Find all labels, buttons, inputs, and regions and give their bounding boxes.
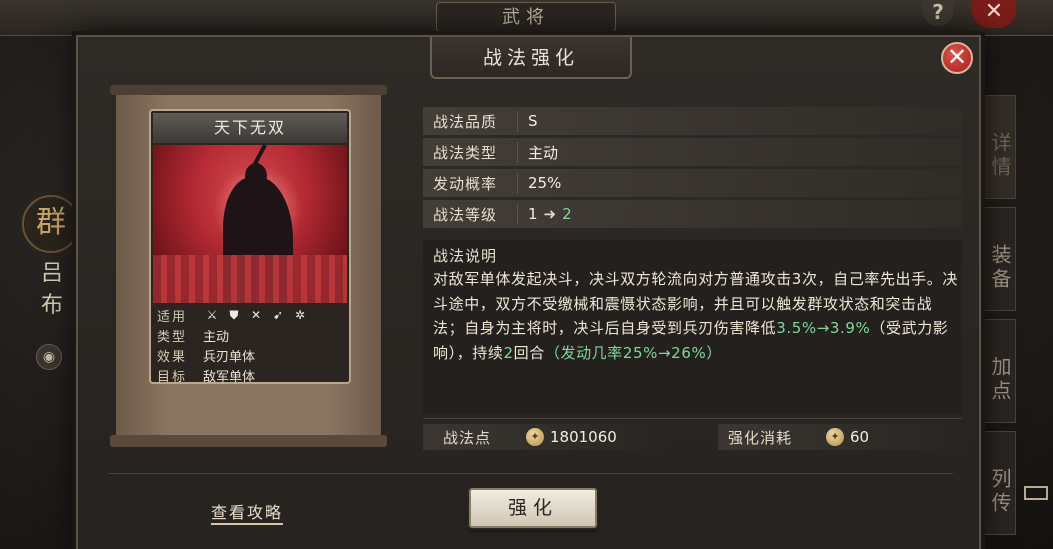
attr-row-type: 战法类型 主动 — [423, 138, 962, 166]
dialog-close-icon[interactable]: ✕ — [941, 42, 973, 74]
attr-row-rate: 发动概率 25% — [423, 169, 962, 197]
spear-icon: ➹ — [272, 308, 284, 322]
hero-name: 吕布 — [40, 261, 63, 318]
card-row-value: 敌军单体 — [203, 369, 256, 385]
card-row-applicable: 适用 ⚔ ⛊ ✕ ➹ ✲ — [153, 305, 347, 325]
skill-card: 天下无双 适用 ⚔ ⛊ ✕ ➹ ✲ 类型 主动 效果 兵刃单体 目标 敌军单体 — [149, 109, 351, 385]
card-row-label: 目标 — [157, 369, 188, 385]
wheel-icon: ✲ — [294, 308, 306, 322]
enhance-cost-label: 强化消耗 — [728, 428, 793, 447]
skill-point-coin-icon: ✦ — [826, 428, 844, 446]
card-row-label: 效果 — [157, 349, 188, 365]
enhance-cost-value: 60 — [850, 428, 870, 446]
type-label: 战法类型 — [423, 141, 518, 163]
cavalry-axe-icon: ⚔ — [206, 308, 218, 322]
arrow-right-icon: ➜ — [543, 205, 557, 223]
card-row-value: 兵刃单体 — [203, 349, 256, 365]
skill-points-bar: 战法点 ✦ 1801060 — [423, 424, 665, 450]
level-label: 战法等级 — [423, 203, 518, 225]
level-value: 1 ➜ 2 — [518, 205, 572, 223]
description-text: 对敌军单体发起决斗，决斗双方轮流向对方普通攻击3次，自己率先出手。决斗途中，双方… — [433, 270, 958, 362]
mail-icon[interactable] — [1024, 486, 1048, 500]
level-from: 1 — [528, 205, 538, 223]
troop-type-icons: ⚔ ⛊ ✕ ➹ ✲ — [203, 308, 309, 322]
dialog-title-plate: 战法强化 — [430, 37, 632, 79]
tab-biography[interactable]: 列传 — [980, 431, 1016, 535]
side-tabs: 详情 装备 加点 列传 — [980, 95, 1016, 543]
rate-value: 25% — [528, 174, 562, 192]
skill-scroll: 天下无双 适用 ⚔ ⛊ ✕ ➹ ✲ 类型 主动 效果 兵刃单体 目标 敌军单体 — [110, 85, 387, 447]
card-row-value: 主动 — [203, 329, 230, 345]
card-row-label: 类型 — [157, 329, 188, 345]
trigger-rate-change: （发动几率25%→26%） — [544, 343, 722, 362]
skill-description-box: 战法说明 对敌军单体发起决斗，决斗双方轮流向对方普通攻击3次，自己率先出手。决斗… — [423, 240, 962, 415]
skill-points-value: 1801060 — [550, 428, 617, 446]
card-row-label: 适用 — [157, 309, 188, 325]
rate-label: 发动概率 — [423, 172, 518, 194]
tab-equipment[interactable]: 装备 — [980, 207, 1016, 311]
scroll-top-rod — [110, 85, 387, 95]
tab-attributes[interactable]: 加点 — [980, 319, 1016, 423]
card-row-target: 目标 敌军单体 — [153, 365, 347, 385]
skill-enhance-dialog: 战法强化 ✕ 天下无双 适用 ⚔ ⛊ ✕ ➹ ✲ 类型 主动 效果 兵刃单体 目… — [76, 35, 981, 549]
skill-point-coin-icon: ✦ — [526, 428, 544, 446]
duration-value: 2 — [503, 343, 514, 362]
shield-icon: ⛊ — [229, 308, 239, 322]
skill-points-label: 战法点 — [443, 428, 492, 447]
view-guide-link[interactable]: 查看攻略 — [211, 499, 284, 525]
description-title: 战法说明 — [433, 247, 498, 265]
scroll-bottom-rod — [110, 435, 387, 447]
skill-card-info: 适用 ⚔ ⛊ ✕ ➹ ✲ 类型 主动 效果 兵刃单体 目标 敌军单体 — [153, 305, 347, 385]
card-row-type: 类型 主动 — [153, 325, 347, 345]
faction-badge: 群 — [22, 195, 80, 253]
card-row-effect: 效果 兵刃单体 — [153, 345, 347, 365]
attr-row-quality: 战法品质 S — [423, 107, 962, 135]
divider — [423, 418, 962, 419]
level-to: 2 — [562, 205, 572, 223]
footer-divider — [108, 473, 953, 474]
skill-card-name: 天下无双 — [153, 113, 347, 143]
screen-title: 武将 — [436, 2, 616, 32]
bow-icon: ✕ — [250, 308, 262, 322]
quality-value: S — [528, 112, 538, 130]
quality-label: 战法品质 — [423, 110, 518, 132]
damage-reduction-value: 3.5%→3.9% — [776, 319, 871, 337]
attr-row-level: 战法等级 1 ➜ 2 — [423, 200, 962, 228]
enhance-cost-bar: 强化消耗 ✦ 60 — [718, 424, 962, 450]
voice-speaker-icon[interactable]: ◉ — [36, 344, 62, 370]
type-value: 主动 — [528, 143, 559, 162]
dialog-title: 战法强化 — [482, 47, 579, 69]
skill-card-art — [153, 145, 347, 303]
enhance-button[interactable]: 强化 — [469, 488, 597, 528]
tab-details[interactable]: 详情 — [980, 95, 1016, 199]
screen-close-icon[interactable]: ✕ — [972, 0, 1016, 28]
